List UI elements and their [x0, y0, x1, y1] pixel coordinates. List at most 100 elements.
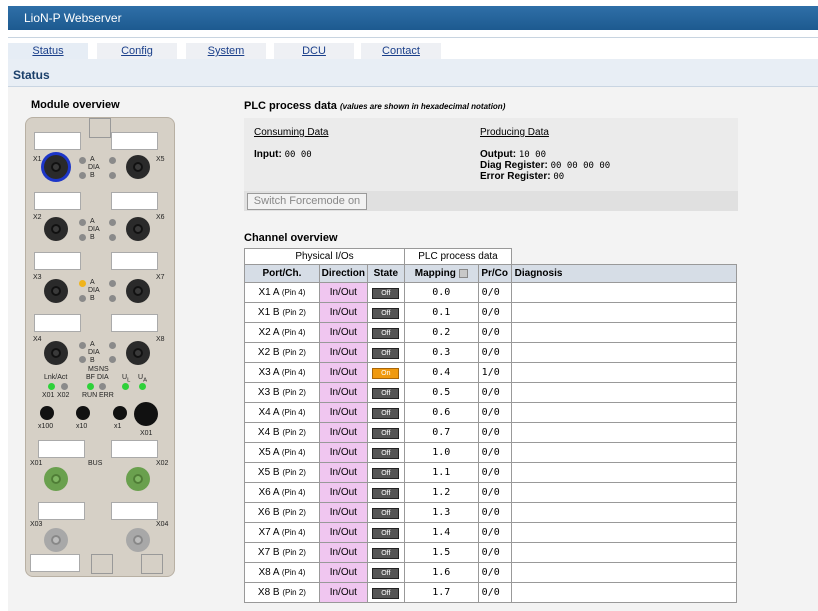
- led-ua: [139, 383, 146, 390]
- col-direction: Direction: [318, 264, 368, 283]
- state-toggle[interactable]: Off: [372, 507, 400, 519]
- state-toggle[interactable]: Off: [372, 327, 400, 339]
- switch-forcemode-button[interactable]: Switch Forcemode on: [247, 193, 367, 210]
- port-x1-connector[interactable]: [44, 155, 68, 179]
- mapping-cell: 0.0: [403, 282, 479, 303]
- tab-status[interactable]: Status: [8, 43, 88, 60]
- module-image: X1 X5 A DIA B X2 X6 A DIA B X3 X7 A DIA …: [25, 117, 175, 577]
- state-toggle[interactable]: Off: [372, 487, 400, 499]
- producing-data-label: Producing Data: [480, 127, 549, 138]
- led-label-dia: DIA: [88, 287, 100, 294]
- bus-x02-connector[interactable]: [126, 467, 150, 491]
- diagnosis-cell: [510, 542, 738, 563]
- state-cell: Off: [366, 402, 405, 423]
- led-x2-b: [79, 234, 86, 241]
- group-physical-ios: Physical I/Os: [244, 248, 405, 265]
- state-toggle[interactable]: Off: [372, 547, 400, 559]
- mapping-cell: 1.6: [403, 562, 479, 583]
- led-x7-a: [109, 280, 116, 287]
- prco-cell: 0/0: [477, 282, 512, 303]
- port-cell: X8 B (Pin 2): [244, 582, 320, 603]
- calculator-icon[interactable]: [458, 268, 468, 278]
- direction-cell: In/Out: [318, 482, 368, 503]
- led-label-b: B: [90, 295, 95, 302]
- col-state: State: [366, 264, 405, 283]
- port-x4-connector[interactable]: [44, 341, 68, 365]
- port-cell: X1 A (Pin 4): [244, 282, 320, 303]
- state-cell: Off: [366, 382, 405, 403]
- port-x8-connector[interactable]: [126, 341, 150, 365]
- table-row: X4 B (Pin 2) In/Out Off 0.7 0/0: [244, 422, 738, 443]
- mapping-cell: 0.1: [403, 302, 479, 323]
- port-x6-connector[interactable]: [126, 217, 150, 241]
- state-toggle[interactable]: Off: [372, 287, 400, 299]
- port-cell: X2 B (Pin 2): [244, 342, 320, 363]
- state-toggle[interactable]: Off: [372, 407, 400, 419]
- mapping-cell: 0.4: [403, 362, 479, 383]
- led-x6-b: [109, 234, 116, 241]
- port-label-x01: X01: [140, 430, 153, 437]
- state-toggle[interactable]: Off: [372, 387, 400, 399]
- prco-cell: 0/0: [477, 442, 512, 463]
- port-label-x7: X7: [156, 274, 165, 281]
- tab-system[interactable]: System: [186, 43, 266, 60]
- diagnosis-cell: [510, 502, 738, 523]
- state-toggle[interactable]: Off: [372, 347, 400, 359]
- app-title: LioN-P Webserver: [24, 11, 122, 25]
- channel-group-header: Physical I/Os PLC process data: [244, 248, 512, 265]
- direction-cell: In/Out: [318, 542, 368, 563]
- state-toggle[interactable]: Off: [372, 567, 400, 579]
- led-ul: [122, 383, 129, 390]
- state-toggle[interactable]: On: [372, 367, 400, 379]
- status-label-err: ERR: [99, 392, 114, 399]
- diagnosis-cell: [510, 522, 738, 543]
- state-toggle[interactable]: Off: [372, 527, 400, 539]
- state-toggle[interactable]: Off: [372, 447, 400, 459]
- rotary-switch-x1[interactable]: [113, 406, 127, 420]
- port-cell: X6 B (Pin 2): [244, 502, 320, 523]
- rotary-switch-x10[interactable]: [76, 406, 90, 420]
- table-row: X1 B (Pin 2) In/Out Off 0.1 0/0: [244, 302, 738, 323]
- status-label-dia: DIA: [97, 374, 109, 381]
- prco-cell: 0/0: [477, 482, 512, 503]
- prco-cell: 0/0: [477, 562, 512, 583]
- port-x7-connector[interactable]: [126, 279, 150, 303]
- state-cell: Off: [366, 282, 405, 303]
- bus-x01-connector[interactable]: [44, 467, 68, 491]
- led-label-a: A: [90, 279, 95, 286]
- led-label-a: A: [90, 341, 95, 348]
- port-label-x2: X2: [33, 214, 42, 221]
- prco-cell: 0/0: [477, 462, 512, 483]
- diagnosis-cell: [510, 482, 738, 503]
- port-cell: X6 A (Pin 4): [244, 482, 320, 503]
- power-x03-connector[interactable]: [44, 528, 68, 552]
- tab-dcu[interactable]: DCU: [274, 43, 354, 60]
- state-toggle[interactable]: Off: [372, 587, 400, 599]
- state-cell: Off: [366, 562, 405, 583]
- tab-contact[interactable]: Contact: [361, 43, 441, 60]
- power-x04-connector[interactable]: [126, 528, 150, 552]
- diagnosis-cell: [510, 582, 738, 603]
- port-label-x3: X3: [33, 274, 42, 281]
- state-toggle[interactable]: Off: [372, 307, 400, 319]
- mapping-cell: 0.5: [403, 382, 479, 403]
- tab-config[interactable]: Config: [97, 43, 177, 60]
- state-toggle[interactable]: Off: [372, 427, 400, 439]
- port-x2-connector[interactable]: [44, 217, 68, 241]
- mapping-cell: 0.6: [403, 402, 479, 423]
- port-x5-connector[interactable]: [126, 155, 150, 179]
- label-field: [30, 554, 80, 572]
- port-x01-connector[interactable]: [134, 402, 158, 426]
- force-toolbar: Switch Forcemode on: [244, 191, 738, 211]
- direction-cell: In/Out: [318, 402, 368, 423]
- led-x3-a: [79, 280, 86, 287]
- port-cell: X1 B (Pin 2): [244, 302, 320, 323]
- status-label-bf: BF: [86, 374, 95, 381]
- mapping-cell: 0.2: [403, 322, 479, 343]
- port-x3-connector[interactable]: [44, 279, 68, 303]
- table-row: X3 B (Pin 2) In/Out Off 0.5 0/0: [244, 382, 738, 403]
- label-field: [111, 314, 158, 332]
- rotary-switch-x100[interactable]: [40, 406, 54, 420]
- diagnosis-cell: [510, 562, 738, 583]
- state-toggle[interactable]: Off: [372, 467, 400, 479]
